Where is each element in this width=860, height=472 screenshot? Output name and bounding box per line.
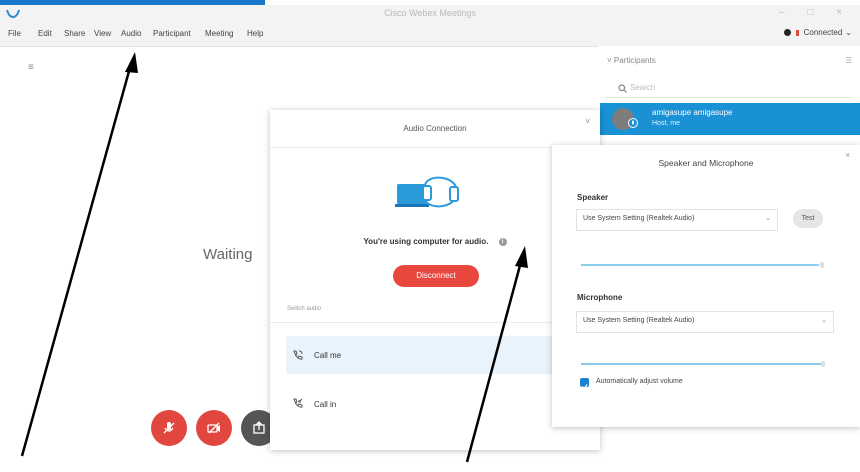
arrow-to-audio-menu — [20, 52, 138, 457]
arrow-to-info-icon — [465, 246, 528, 463]
annotation-arrows — [20, 52, 528, 463]
